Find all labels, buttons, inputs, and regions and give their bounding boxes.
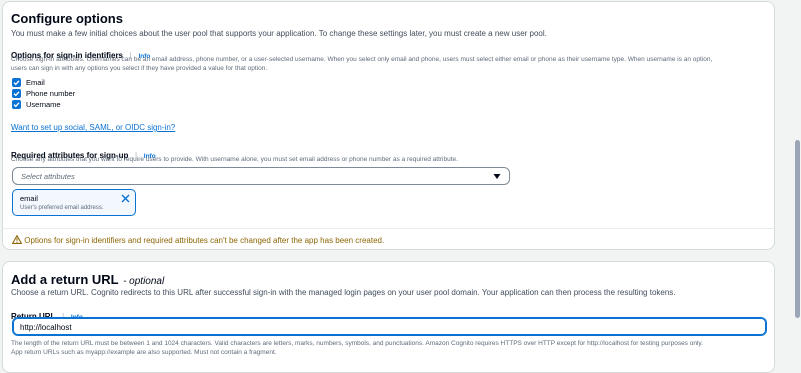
return-url-title: Add a return URL [11, 272, 119, 287]
warning-text: Options for sign-in identifiers and requ… [24, 236, 385, 245]
warning-alert: Options for sign-in identifiers and requ… [11, 234, 385, 245]
return-url-optional: - optional [123, 276, 165, 287]
phone-number-option-label: Phone number [26, 89, 76, 98]
token-name: email [20, 194, 38, 203]
required-help-text: Choose any attributes that you want to r… [11, 156, 458, 163]
social-saml-oidc-link[interactable]: Want to set up social, SAML, or OIDC sig… [11, 123, 175, 132]
select-attributes-dropdown[interactable]: Select attributes [12, 167, 510, 185]
return-url-help-line-2: App return URLs such as myapp://example … [11, 348, 277, 356]
return-url-description: Choose a return URL. Cognito redirects t… [11, 288, 676, 297]
phone-number-checkbox[interactable] [12, 89, 21, 98]
return-url-value: http://localhost [20, 322, 72, 332]
return-url-input[interactable]: http://localhost [12, 317, 767, 336]
warning-icon [11, 234, 23, 244]
configure-options-panel: Configure options You must make a few in… [2, 1, 776, 250]
check-icon [13, 80, 20, 86]
select-attributes-placeholder: Select attributes [21, 172, 75, 181]
return-url-title-row: Add a return URL - optional [11, 271, 164, 289]
signin-help-line-2: users can sign in with any options you s… [11, 64, 268, 72]
check-icon [13, 91, 20, 97]
close-icon[interactable] [121, 194, 130, 203]
caret-down-icon [493, 174, 501, 179]
return-url-panel: Add a return URL - optional Choose a ret… [2, 261, 775, 373]
signin-help-text: Choose sign-in attributes. Usernames can… [11, 56, 771, 73]
page-scrollbar[interactable] [793, 0, 801, 368]
return-url-help-text: The length of the return URL must be bet… [11, 340, 771, 357]
scrollbar-thumb[interactable] [795, 140, 800, 318]
warning-divider [3, 228, 776, 229]
username-checkbox[interactable] [12, 100, 21, 109]
check-icon [13, 102, 20, 108]
email-option-label: Email [26, 78, 45, 87]
signin-help-line-1: Choose sign-in attributes. Usernames can… [11, 56, 713, 63]
configure-options-title: Configure options [11, 11, 123, 26]
email-attribute-token: email User's preferred email address. [12, 189, 136, 216]
return-url-help-line-1: The length of the return URL must be bet… [11, 340, 703, 347]
email-checkbox[interactable] [12, 78, 21, 87]
configure-options-description: You must make a few initial choices abou… [11, 29, 547, 38]
token-description: User's preferred email address. [20, 205, 104, 211]
username-option-label: Username [26, 100, 61, 109]
